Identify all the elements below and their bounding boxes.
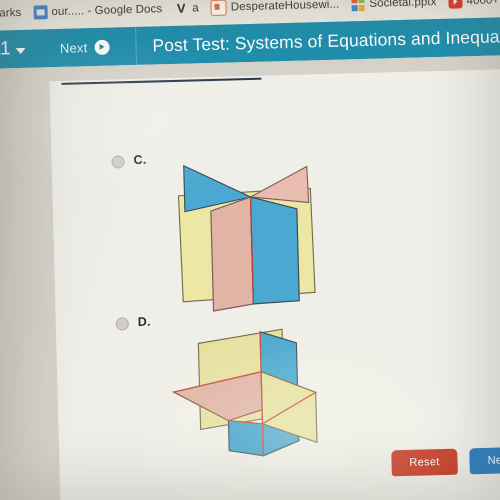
next-button[interactable]: Next bbox=[60, 39, 110, 55]
bookmark-item-google-docs[interactable]: our..... - Google Docs bbox=[33, 2, 163, 20]
pink-plane-front-left bbox=[210, 196, 254, 312]
next-button-label: Next bbox=[59, 39, 88, 56]
bookmark-label: DesperateHousewi... bbox=[230, 0, 340, 14]
bookmark-item-4000-pa[interactable]: 4000+ PA bbox=[448, 0, 500, 9]
radio-option-d[interactable] bbox=[115, 317, 129, 331]
figure-option-c bbox=[161, 150, 325, 319]
option-d-label: D. bbox=[137, 314, 151, 329]
submit-next-button[interactable]: Next bbox=[469, 446, 500, 475]
bookmark-label: 4000+ PA bbox=[466, 0, 500, 8]
radio-option-c[interactable] bbox=[111, 155, 125, 169]
bookmark-item-desperate-housewives[interactable]: DesperateHousewi... bbox=[210, 0, 340, 16]
three-planes-point-svg bbox=[171, 328, 318, 457]
figure-option-d bbox=[164, 322, 328, 476]
bookmark-item-a[interactable]: V a bbox=[174, 1, 199, 16]
option-d[interactable]: D. bbox=[115, 314, 151, 331]
google-docs-icon bbox=[33, 5, 48, 20]
question-number: 11 bbox=[0, 38, 12, 60]
blue-plane-front-right bbox=[249, 196, 300, 305]
reset-button[interactable]: Reset bbox=[391, 448, 458, 477]
bookmark-label: our..... - Google Docs bbox=[51, 3, 163, 19]
browser-screen: marks our..... - Google Docs V a Despera… bbox=[0, 0, 500, 500]
arrow-right-circle-icon bbox=[94, 39, 110, 55]
youtube-icon bbox=[448, 0, 463, 9]
question-number-dropdown[interactable]: 11 bbox=[0, 38, 27, 61]
orange-app-icon bbox=[210, 0, 227, 16]
screen-photo: marks our..... - Google Docs V a Despera… bbox=[0, 0, 500, 500]
page-title: Post Test: Systems of Equations and Ineq… bbox=[152, 24, 500, 56]
option-c-label: C. bbox=[133, 152, 147, 168]
reset-button-label: Reset bbox=[409, 456, 440, 469]
bookmark-label: Societal.pptx bbox=[369, 0, 437, 10]
bookmark-label: a bbox=[192, 2, 199, 15]
three-planes-line-svg bbox=[177, 164, 316, 312]
microsoft-office-icon bbox=[351, 0, 366, 11]
bookmark-label: marks bbox=[0, 6, 22, 20]
vimeo-icon: V bbox=[176, 0, 186, 16]
bookmark-item-marks[interactable]: marks bbox=[0, 7, 22, 20]
option-c[interactable]: C. bbox=[111, 152, 147, 169]
blue-plane-front-lower bbox=[227, 420, 264, 457]
bookmark-item-societal-pptx[interactable]: Societal.pptx bbox=[351, 0, 437, 11]
content-area: C. D. Reset Next bbox=[0, 55, 500, 500]
submit-next-button-label: Next bbox=[487, 454, 500, 467]
chevron-down-icon bbox=[15, 47, 27, 55]
toolbar-divider bbox=[134, 26, 137, 65]
